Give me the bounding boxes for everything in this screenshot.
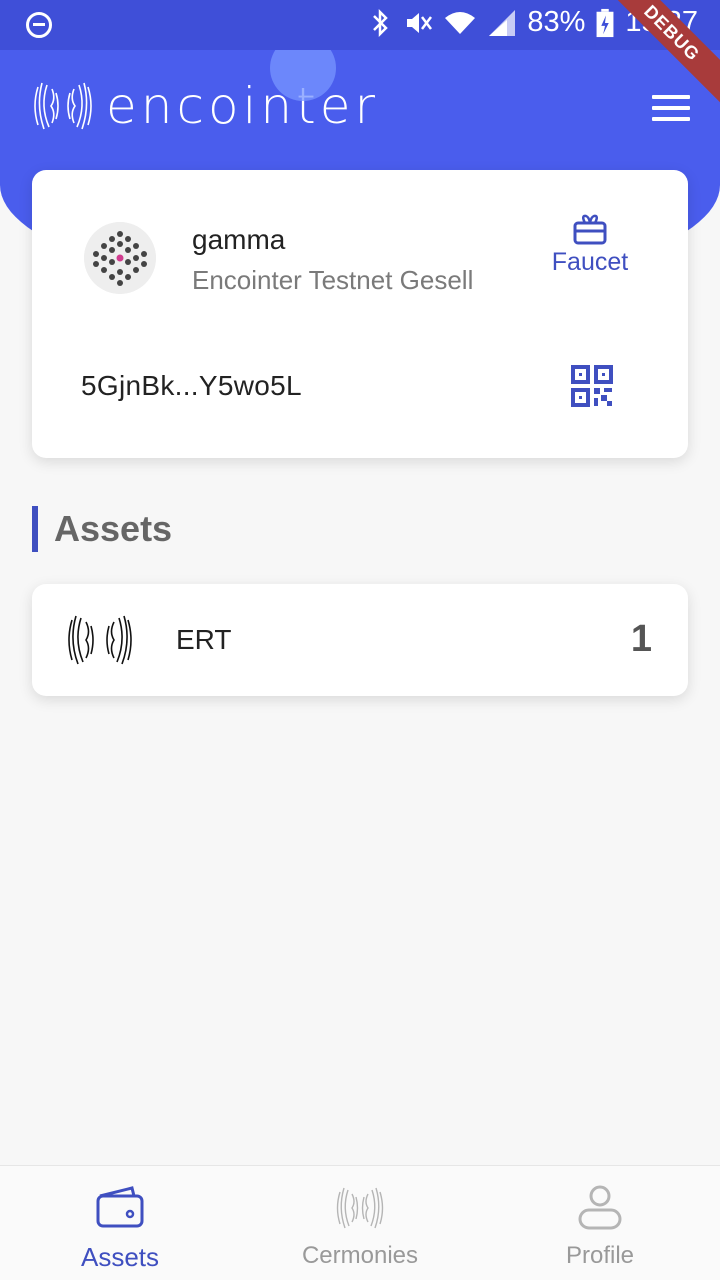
- nav-label-assets: Assets: [80, 1242, 160, 1272]
- person-icon: [578, 1185, 622, 1230]
- bottom-navigation: Assets Cermonies Profile: [0, 1165, 720, 1280]
- signal-icon: [489, 9, 516, 36]
- bluetooth-icon: [373, 8, 389, 37]
- account-name: gamma: [192, 224, 286, 255]
- account-address[interactable]: 5GjnBk...Y5wo5L: [81, 370, 302, 402]
- do-not-disturb-icon: [26, 12, 52, 38]
- encointer-logo-icon: [68, 615, 132, 665]
- gift-card-icon: [573, 214, 607, 245]
- encointer-logo-icon: [34, 82, 92, 130]
- status-bar: 83% 15:37: [0, 0, 720, 50]
- mute-icon: [407, 12, 433, 33]
- nav-tab-assets[interactable]: Assets: [0, 1166, 240, 1280]
- battery-percent: 83%: [527, 6, 586, 38]
- menu-button[interactable]: [652, 95, 690, 121]
- wallet-icon: [96, 1186, 144, 1228]
- nav-tab-profile[interactable]: Profile: [480, 1166, 720, 1280]
- asset-symbol: ERT: [176, 624, 232, 655]
- hamburger-menu-icon: [652, 95, 690, 99]
- encointer-logo-icon: [336, 1187, 384, 1229]
- app-name: encointer: [106, 77, 380, 135]
- nav-tab-cermonies[interactable]: Cermonies: [240, 1166, 480, 1280]
- hamburger-line: [652, 106, 690, 110]
- nav-label-cermonies: Cermonies: [301, 1242, 419, 1269]
- asset-row-ert[interactable]: ERT 1: [32, 584, 688, 696]
- faucet-button[interactable]: Faucet: [540, 214, 640, 277]
- qr-code-icon[interactable]: [570, 364, 614, 408]
- assets-section-title: Assets: [32, 506, 172, 552]
- community-name: Encointer Testnet Gesell: [192, 265, 474, 295]
- hamburger-line: [652, 117, 690, 121]
- asset-balance: 1: [630, 618, 652, 660]
- battery-charging-icon: [596, 8, 614, 37]
- account-card: gamma Encointer Testnet Gesell Faucet 5G…: [32, 170, 688, 458]
- account-identicon[interactable]: [84, 222, 156, 294]
- wifi-icon: [445, 11, 476, 34]
- nav-label-profile: Profile: [565, 1242, 635, 1269]
- faucet-label: Faucet: [551, 248, 629, 276]
